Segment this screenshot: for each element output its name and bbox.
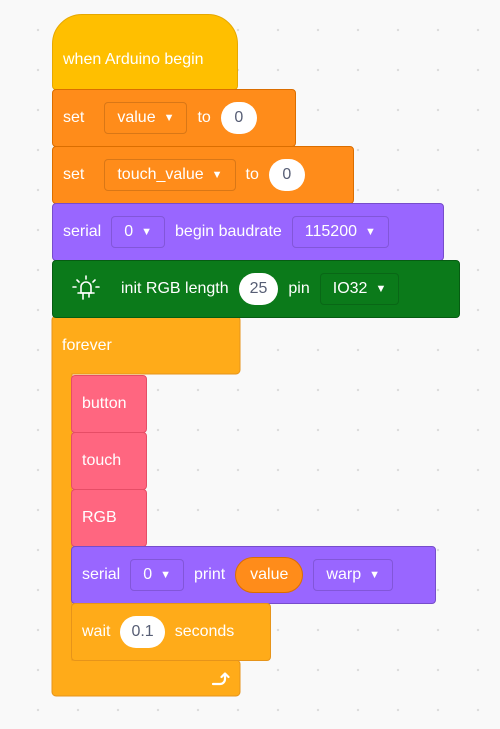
wait-block[interactable]: wait 0.1 seconds [71, 603, 271, 661]
chevron-down-icon: ▼ [211, 168, 223, 181]
pin-dropdown[interactable]: IO32 ▼ [319, 273, 400, 305]
chevron-down-icon: ▼ [141, 225, 153, 238]
chevron-down-icon: ▼ [375, 282, 387, 295]
chevron-down-icon: ▼ [369, 568, 380, 581]
serial-port-value: 0 [143, 566, 153, 583]
chevron-down-icon: ▼ [365, 225, 376, 238]
loop-arrow-icon [207, 667, 231, 691]
touch-block[interactable]: touch [71, 432, 147, 490]
serial-port-value: 0 [124, 223, 134, 240]
rgb-length-input[interactable]: 25 [238, 273, 279, 305]
button-block[interactable]: button [71, 375, 147, 433]
pin-value: IO32 [332, 280, 368, 297]
variable-name: touch_value [117, 166, 204, 183]
to-label: to [197, 109, 211, 126]
button-block-label: button [82, 395, 127, 412]
hat-label: when Arduino begin [63, 51, 204, 68]
serial-label: serial [63, 223, 102, 240]
forever-label-row: forever [52, 318, 238, 374]
chevron-down-icon: ▼ [160, 568, 172, 581]
set-label: set [63, 109, 85, 126]
init-rgb-block[interactable]: init RGB length 25 pin IO32 ▼ [52, 260, 460, 318]
rgb-block[interactable]: RGB [71, 489, 147, 547]
wait-seconds-input[interactable]: 0.1 [120, 616, 165, 648]
forever-label: forever [62, 337, 112, 354]
set-label: set [63, 166, 85, 183]
touch-block-label: touch [82, 452, 122, 469]
value-input[interactable]: 0 [220, 102, 257, 134]
begin-baudrate-label: begin baudrate [175, 223, 282, 240]
variable-dropdown[interactable]: touch_value ▼ [104, 159, 236, 191]
set-touch-value-block[interactable]: set touch_value ▼ to 0 [52, 146, 354, 204]
value-input[interactable]: 0 [268, 159, 305, 191]
baudrate-value: 115200 [304, 223, 357, 240]
pin-label: pin [288, 280, 310, 297]
variable-dropdown[interactable]: value ▼ [104, 102, 188, 134]
wait-label: wait [82, 623, 111, 640]
serial-begin-block[interactable]: serial 0 ▼ begin baudrate 115200 ▼ [52, 203, 444, 261]
to-label: to [245, 166, 259, 183]
reporter-label: value [250, 566, 289, 583]
chevron-down-icon: ▼ [163, 111, 175, 124]
variable-name: value [117, 109, 156, 126]
set-value-block[interactable]: set value ▼ to 0 [52, 89, 296, 147]
block-workspace[interactable]: when Arduino begin set value ▼ to 0 set … [0, 0, 500, 729]
init-rgb-label: init RGB length [121, 280, 229, 297]
serial-port-dropdown[interactable]: 0 ▼ [111, 216, 166, 248]
serial-label: serial [82, 566, 121, 583]
print-mode-dropdown[interactable]: warp ▼ [313, 559, 393, 591]
print-mode-value: warp [326, 566, 362, 583]
when-arduino-begin-block[interactable]: when Arduino begin [52, 14, 238, 90]
baudrate-dropdown[interactable]: 115200 ▼ [291, 216, 389, 248]
led-icon [69, 272, 103, 306]
serial-print-block[interactable]: serial 0 ▼ print value warp ▼ [71, 546, 436, 604]
value-variable-reporter[interactable]: value [235, 557, 304, 593]
print-label: print [194, 566, 226, 583]
seconds-label: seconds [174, 623, 235, 640]
serial-port-dropdown[interactable]: 0 ▼ [130, 559, 185, 591]
rgb-block-label: RGB [82, 509, 117, 526]
